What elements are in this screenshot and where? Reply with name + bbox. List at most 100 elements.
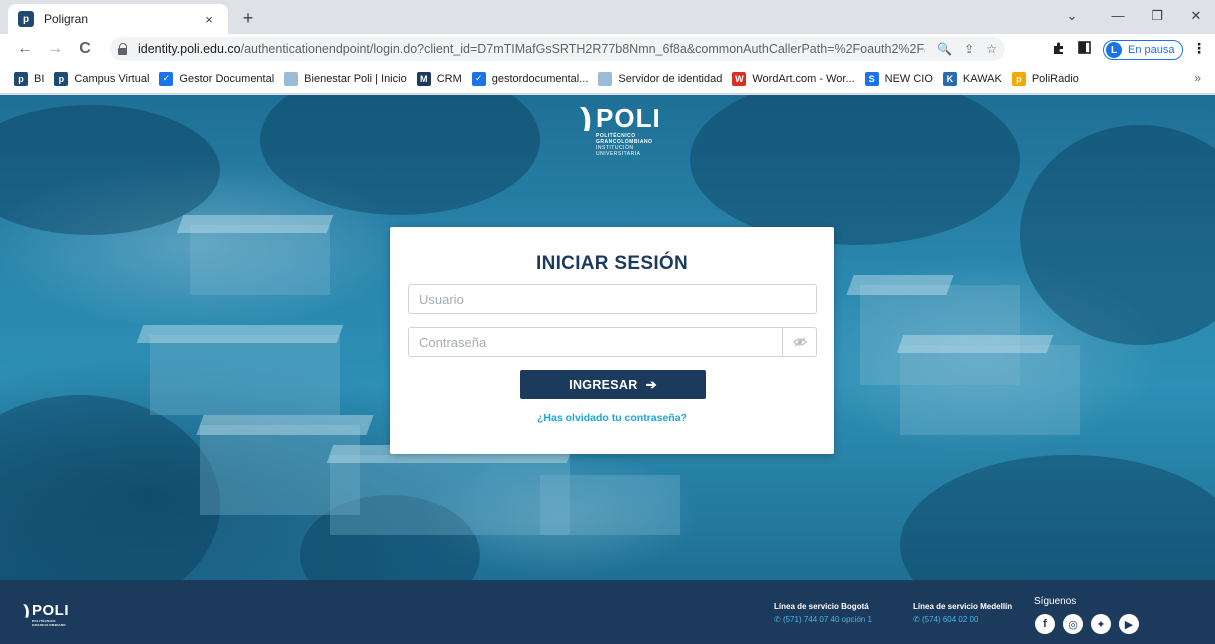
login-card: INICIAR SESIÓN INGRESAR ➔ ¿Has olvidado …: [390, 227, 834, 454]
page-bookmark-icon: [284, 71, 299, 86]
campus-background-image: POLI POLITÉCNICO GRANCOLOMBIANO INSTITUC…: [0, 95, 1215, 580]
reload-button[interactable]: C: [74, 39, 96, 59]
service-line-medellin: Línea de servicio Medellín ✆ (574) 604 0…: [913, 602, 1012, 624]
zoom-icon[interactable]: 🔍: [937, 42, 952, 56]
phone-icon: ✆: [774, 615, 783, 624]
footer-logo-text: POLI: [32, 602, 70, 619]
browser-menu-icon[interactable]: ⋮: [1192, 40, 1206, 57]
bookmark-label: NEW CIO: [884, 72, 933, 85]
crm-bookmark-icon: M: [416, 71, 431, 86]
page-bookmark-icon: [598, 71, 613, 86]
poli-logo: POLI POLITÉCNICO GRANCOLOMBIANO INSTITUC…: [578, 103, 668, 157]
submit-label: INGRESAR: [569, 377, 638, 392]
back-button[interactable]: ←: [14, 39, 36, 59]
gestor-bookmark-icon: ✓: [159, 71, 174, 86]
twitter-icon[interactable]: ✦: [1091, 614, 1111, 634]
url-path: /authenticationendpoint/login.do?client_…: [240, 42, 926, 56]
close-window-button[interactable]: ✕: [1184, 6, 1208, 26]
extensions-puzzle-icon[interactable]: [1052, 41, 1066, 58]
poli-bookmark-icon: p: [54, 71, 69, 86]
login-page: POLI POLITÉCNICO GRANCOLOMBIANO INSTITUC…: [0, 95, 1215, 644]
logo-sub-line: GRANCOLOMBIANO: [32, 623, 66, 627]
gestor-bookmark-icon: ✓: [471, 71, 486, 86]
bookmark-crm[interactable]: M CRM: [416, 71, 462, 86]
password-input[interactable]: [408, 327, 817, 357]
service-phone[interactable]: ✆ (571) 744 07 40 opción 1: [774, 615, 872, 624]
service-line-bogota: Línea de servicio Bogotá ✆ (571) 744 07 …: [774, 602, 872, 624]
new-tab-button[interactable]: +: [236, 6, 260, 30]
browser-tab-bar: p Poligran × + ⌄ — ❐ ✕: [0, 0, 1215, 34]
cio-bookmark-icon: S: [864, 71, 879, 86]
bookmark-servidor-identidad[interactable]: Servidor de identidad: [598, 71, 723, 86]
address-bar[interactable]: identity.poli.edu.co/authenticationendpo…: [110, 37, 1005, 61]
more-bookmarks-icon[interactable]: »: [1194, 71, 1201, 85]
service-phone[interactable]: ✆ (574) 604 02 00: [913, 615, 1012, 624]
url-host: identity.poli.edu.co: [138, 42, 241, 56]
service-title: Línea de servicio Bogotá: [774, 602, 869, 611]
phone-number: (574) 604 02 00: [921, 615, 979, 624]
browser-toolbar: ← → C identity.poli.edu.co/authenticatio…: [0, 34, 1215, 64]
profile-status: En pausa: [1128, 44, 1175, 56]
url-text[interactable]: identity.poli.edu.co/authenticationendpo…: [138, 42, 925, 56]
bookmark-poliradio[interactable]: p PoliRadio: [1011, 71, 1079, 86]
tab-search-chevron-icon[interactable]: ⌄: [1060, 6, 1084, 26]
bookmark-kawak[interactable]: K KAWAK: [942, 71, 1002, 86]
forward-button[interactable]: →: [44, 39, 66, 59]
profile-button[interactable]: L En pausa: [1103, 40, 1183, 60]
poli-favicon-icon: p: [18, 11, 34, 27]
bookmark-label: PoliRadio: [1031, 72, 1079, 85]
poli-logo-mark-icon: [580, 107, 591, 131]
bookmark-label: Gestor Documental: [179, 72, 275, 85]
bookmark-wordart[interactable]: W WordArt.com - Wor...: [732, 71, 855, 86]
bookmark-label: WordArt.com - Wor...: [752, 72, 855, 85]
bookmark-campus-virtual[interactable]: p Campus Virtual: [54, 71, 150, 86]
bookmark-gestor-documental[interactable]: ✓ Gestor Documental: [159, 71, 275, 86]
service-title: Línea de servicio Medellín: [913, 602, 1013, 611]
phone-icon: ✆: [913, 615, 922, 624]
bookmarks-bar: p BI p Campus Virtual ✓ Gestor Documental B…: [0, 64, 1215, 94]
poli-bookmark-icon: p: [14, 71, 28, 86]
profile-avatar: L: [1106, 42, 1122, 58]
bookmark-label: CRM: [436, 72, 462, 85]
site-footer: POLI POLITÉCNICO GRANCOLOMBIANO Línea de…: [0, 580, 1215, 644]
bookmark-star-icon[interactable]: ☆: [986, 42, 997, 56]
bookmark-label: Bienestar Poli | Inicio: [304, 72, 407, 85]
bookmark-label: gestordocumental...: [491, 72, 589, 85]
youtube-icon[interactable]: ▶: [1119, 614, 1139, 634]
phone-number: (571) 744 07 40 opción 1: [782, 615, 872, 624]
bookmark-bienestar-poli[interactable]: Bienestar Poli | Inicio: [284, 71, 407, 86]
lock-icon[interactable]: [118, 43, 128, 55]
footer-logo-subtitle: POLITÉCNICO GRANCOLOMBIANO: [32, 619, 66, 627]
arrow-right-icon: ➔: [645, 376, 657, 392]
bookmark-label: KAWAK: [962, 72, 1002, 85]
logo-sub-line: INSTITUCIÓN UNIVERSITARIA: [596, 145, 641, 157]
login-title: INICIAR SESIÓN: [536, 253, 688, 274]
follow-us-label: Síguenos: [1034, 596, 1077, 607]
bookmark-label: Servidor de identidad: [618, 72, 723, 85]
browser-tab[interactable]: p Poligran ×: [8, 4, 228, 34]
facebook-icon[interactable]: f: [1035, 614, 1055, 634]
poli-logo-subtitle: POLITÉCNICO GRANCOLOMBIANO INSTITUCIÓN U…: [596, 133, 668, 157]
tab-title: Poligran: [44, 12, 89, 26]
show-password-eye-icon[interactable]: [782, 327, 817, 357]
footer-poli-logo[interactable]: POLI POLITÉCNICO GRANCOLOMBIANO: [22, 602, 82, 632]
restore-button[interactable]: ❐: [1145, 6, 1169, 26]
bookmark-new-cio[interactable]: S NEW CIO: [864, 71, 933, 86]
password-field-group: [408, 327, 817, 357]
bookmark-gestordocumental[interactable]: ✓ gestordocumental...: [471, 71, 589, 86]
username-input[interactable]: [408, 284, 817, 314]
side-panel-icon[interactable]: [1078, 41, 1091, 57]
close-tab-icon[interactable]: ×: [200, 12, 218, 27]
bookmark-bi[interactable]: p BI: [14, 71, 45, 86]
bookmark-label: Campus Virtual: [74, 72, 150, 85]
minimize-button[interactable]: —: [1106, 6, 1130, 26]
login-submit-button[interactable]: INGRESAR ➔: [520, 370, 706, 399]
wordart-bookmark-icon: W: [732, 71, 747, 86]
poli-logo-mark-icon: [23, 604, 29, 618]
poli-logo-text: POLI: [596, 103, 661, 133]
bookmark-label: BI: [34, 72, 45, 85]
forgot-password-link[interactable]: ¿Has olvidado tu contraseña?: [390, 412, 834, 424]
poliradio-bookmark-icon: p: [1011, 71, 1026, 86]
instagram-icon[interactable]: ◎: [1063, 614, 1083, 634]
share-icon[interactable]: ⇪: [964, 42, 974, 56]
